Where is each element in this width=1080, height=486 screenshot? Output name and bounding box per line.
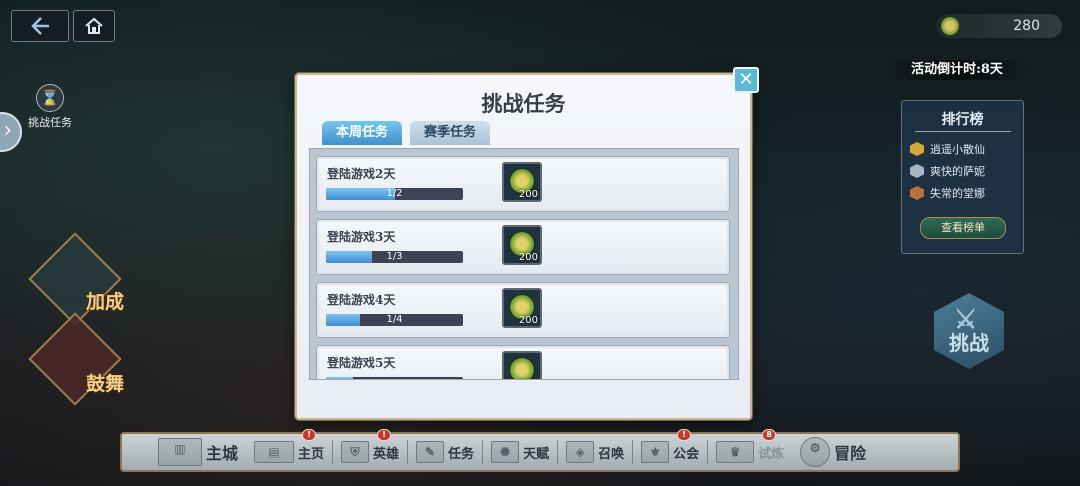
task-progress-bar: 1/4 bbox=[326, 314, 463, 326]
scroll-icon: ✎ bbox=[416, 441, 445, 463]
side-challenge-task-button[interactable]: ⌛ 挑战任务 bbox=[25, 84, 75, 130]
side-challenge-label: 挑战任务 bbox=[28, 116, 72, 129]
leaderboard-name: 爽快的萨妮 bbox=[930, 165, 985, 178]
castle-icon: ▥ bbox=[158, 438, 202, 466]
buff-inspire-label: 鼓舞 bbox=[86, 373, 125, 395]
nav-label: 主页 bbox=[298, 446, 325, 462]
home-button[interactable] bbox=[73, 10, 115, 42]
nav-heroes[interactable]: ⛨ 英雄 ! bbox=[333, 429, 407, 467]
trial-crest-icon: ♛ bbox=[716, 441, 755, 463]
leaderboard-name: 逍遥小散仙 bbox=[930, 143, 985, 156]
reward-amount: 200 bbox=[519, 378, 538, 379]
dialog-title: 挑战任务 bbox=[481, 91, 566, 116]
view-leaderboard-button[interactable]: 查看榜单 bbox=[920, 217, 1006, 239]
nav-label: 主城 bbox=[206, 444, 239, 463]
task-progress-bar: 1/3 bbox=[326, 251, 463, 263]
leaderboard-row: 失常的堂娜 bbox=[902, 182, 1023, 204]
task-reward[interactable]: 200 bbox=[502, 288, 542, 328]
nav-trial[interactable]: ♛ 试炼 8 bbox=[708, 429, 792, 467]
leaderboard-row: 爽快的萨妮 bbox=[902, 160, 1023, 182]
currency-amount: 280 bbox=[1013, 18, 1040, 34]
coin-icon bbox=[940, 16, 960, 36]
notification-badge: 8 bbox=[762, 429, 777, 441]
notification-badge: ! bbox=[302, 429, 317, 441]
nav-tasks[interactable]: ✎ 任务 bbox=[408, 437, 482, 467]
task-progress-text bbox=[326, 377, 463, 379]
task-reward[interactable]: 200 bbox=[502, 351, 542, 379]
tab-weekly-tasks[interactable]: 本周任务 bbox=[322, 121, 402, 145]
event-countdown: 活动倒计时:8天 bbox=[882, 60, 1032, 80]
back-arrow-icon bbox=[31, 17, 49, 35]
notification-badge: ! bbox=[677, 429, 692, 441]
task-progress-text: 1/3 bbox=[386, 251, 403, 262]
task-name: 登陆游戏5天 bbox=[327, 356, 396, 370]
task-item: 登陆游戏3天 1/3 200 bbox=[316, 219, 730, 275]
notification-badge: ! bbox=[377, 429, 392, 441]
task-name: 登陆游戏3天 bbox=[327, 230, 396, 244]
close-button[interactable]: ✕ bbox=[733, 67, 759, 93]
shield-icon: ⛨ bbox=[341, 441, 370, 463]
home-icon bbox=[85, 17, 103, 34]
task-progress-bar bbox=[326, 377, 463, 379]
talent-icon: ✺ bbox=[491, 441, 520, 463]
reward-amount: 200 bbox=[518, 315, 538, 326]
bronze-medal-icon bbox=[910, 186, 924, 200]
gate-icon: ▤ bbox=[254, 441, 295, 463]
reward-amount: 200 bbox=[518, 189, 538, 200]
task-list[interactable]: 登陆游戏2天 1/2 200 登陆游戏3天 1/3 200 登陆游戏4天 1/4… bbox=[309, 148, 739, 380]
task-item: 登陆游戏4天 1/4 200 bbox=[316, 282, 730, 338]
task-reward[interactable]: 200 bbox=[502, 225, 542, 265]
summon-icon: ◈ bbox=[566, 441, 595, 463]
task-item: 登陆游戏5天 200 bbox=[316, 345, 730, 379]
hourglass-icon: ⌛ bbox=[36, 84, 64, 112]
gold-medal-icon bbox=[910, 142, 924, 156]
task-progress-bar: 1/2 bbox=[326, 188, 463, 200]
back-button[interactable] bbox=[11, 10, 69, 42]
buff-bonus-label: 加成 bbox=[86, 291, 125, 313]
reward-amount: 200 bbox=[518, 252, 538, 263]
gear-compass-icon: ⚙ bbox=[800, 437, 831, 467]
currency-display: 280 bbox=[936, 14, 1062, 38]
task-name: 登陆游戏4天 bbox=[327, 293, 396, 307]
challenge-task-dialog: 挑战任务 ✕ 本周任务 赛季任务 登陆游戏2天 1/2 200 登陆游戏3天 1… bbox=[295, 67, 759, 420]
task-item: 登陆游戏2天 1/2 200 bbox=[316, 156, 730, 212]
guild-icon: ⚜ bbox=[641, 441, 670, 463]
task-name: 登陆游戏2天 bbox=[327, 167, 396, 181]
nav-main-city[interactable]: ▥ 主城 bbox=[150, 437, 246, 467]
nav-label: 召唤 bbox=[598, 446, 625, 462]
bottom-navigation: ▥ 主城 ▤ 主页 ! ⛨ 英雄 ! ✎ 任务 ✺ 天赋 ◈ 召唤 ⚜ 公会 !… bbox=[120, 429, 960, 472]
nav-label: 任务 bbox=[448, 446, 475, 462]
leaderboard-panel: 排行榜 逍遥小散仙 爽快的萨妮 失常的堂娜 查看榜单 bbox=[901, 100, 1024, 254]
task-reward[interactable]: 200 bbox=[502, 162, 542, 202]
task-progress-text: 1/2 bbox=[386, 188, 403, 199]
nav-talent[interactable]: ✺ 天赋 bbox=[483, 437, 557, 467]
leaderboard-title: 排行榜 bbox=[914, 109, 1011, 132]
task-progress-text: 1/4 bbox=[386, 314, 403, 325]
nav-label: 公会 bbox=[673, 446, 700, 462]
nav-label: 试炼 bbox=[758, 446, 785, 462]
silver-medal-icon bbox=[910, 164, 924, 178]
leaderboard-row: 逍遥小散仙 bbox=[902, 138, 1023, 160]
nav-guild[interactable]: ⚜ 公会 ! bbox=[633, 429, 707, 467]
nav-label: 英雄 bbox=[373, 446, 400, 462]
leaderboard-name: 失常的堂娜 bbox=[930, 187, 985, 200]
nav-home[interactable]: ▤ 主页 ! bbox=[246, 429, 332, 467]
nav-label: 冒险 bbox=[834, 444, 867, 463]
nav-label: 天赋 bbox=[523, 446, 550, 462]
nav-summon[interactable]: ◈ 召唤 bbox=[558, 437, 632, 467]
crossed-swords-icon: ⚔ bbox=[954, 305, 978, 335]
nav-adventure[interactable]: ⚙ 冒险 bbox=[792, 437, 874, 467]
coin-icon bbox=[509, 357, 535, 379]
tab-season-tasks[interactable]: 赛季任务 bbox=[410, 121, 490, 145]
